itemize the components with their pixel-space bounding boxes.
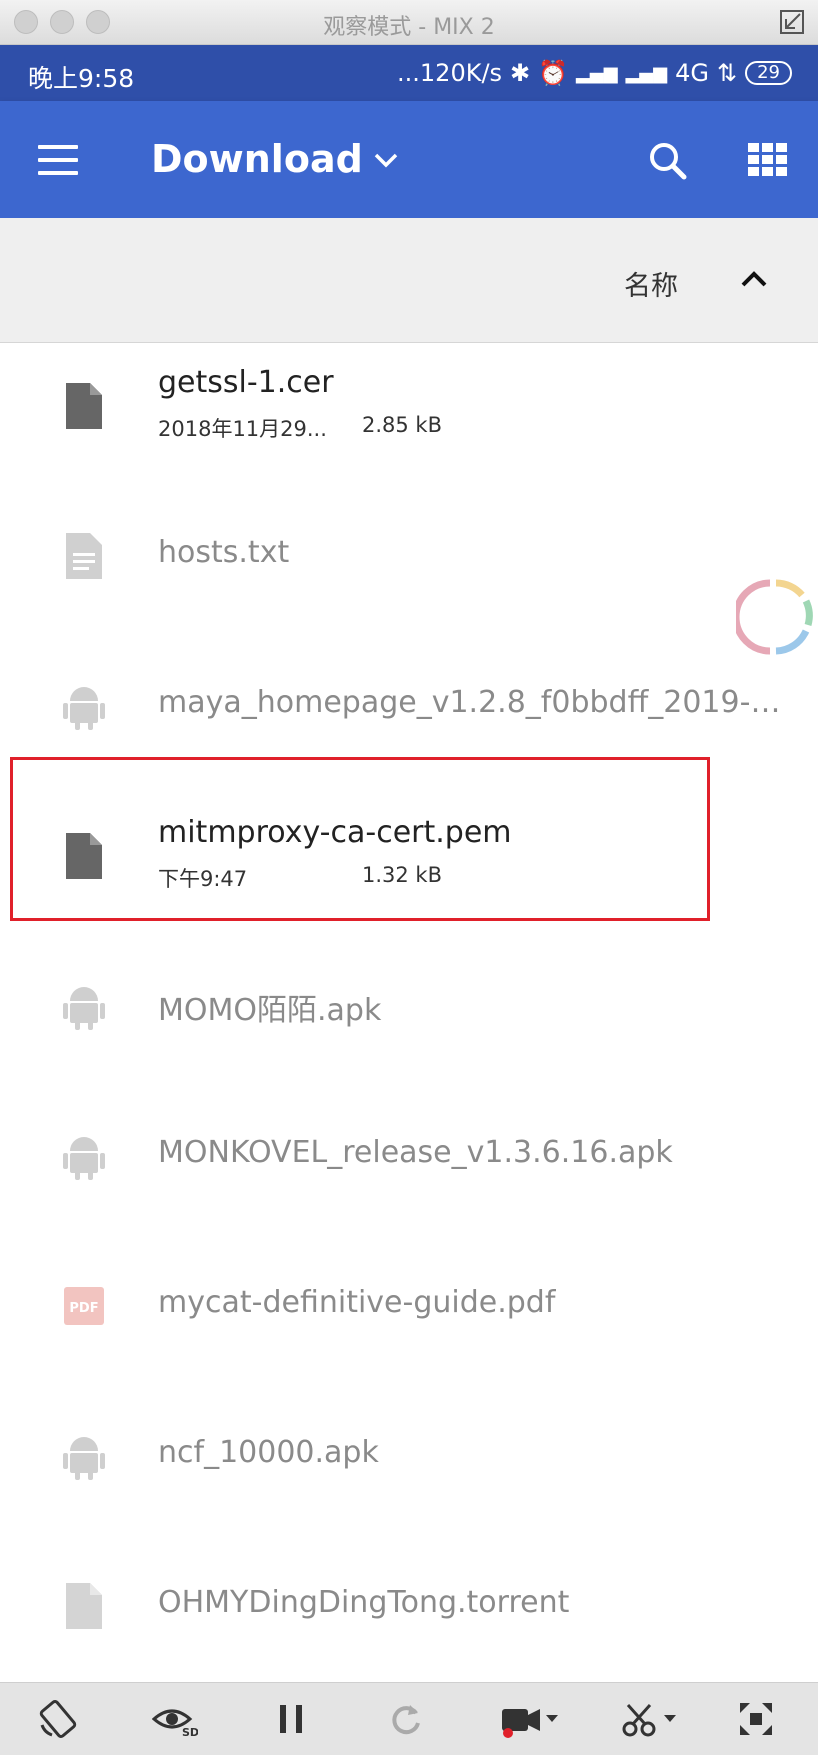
rotate-device-icon[interactable] <box>38 1699 78 1739</box>
status-indicators: ...120K/s ✱ ⏰ ▂▄▆ ▂▄▆ 4G ⇅ 29 <box>397 59 792 87</box>
battery-indicator: 29 <box>745 61 792 85</box>
bottom-toolbar: SD <box>0 1682 818 1755</box>
collapse-arrow-icon[interactable] <box>778 8 806 36</box>
alarm-icon: ⏰ <box>538 59 569 87</box>
network-speed: ...120K/s <box>397 59 503 87</box>
sort-by-name-button[interactable]: 名称 <box>624 264 678 303</box>
chevron-down-icon[interactable] <box>368 145 404 175</box>
refresh-icon[interactable] <box>386 1699 426 1739</box>
pdf-icon: PDF <box>64 1287 104 1325</box>
file-name: maya_homepage_v1.2.8_f0bbdff_2019-0... <box>158 685 788 720</box>
status-time: 晚上9:58 <box>28 64 135 93</box>
signal-icon-2: ▂▄▆ <box>625 62 668 84</box>
file-name: MONKOVEL_release_v1.3.6.16.apk <box>158 1135 673 1170</box>
chevron-up-icon[interactable] <box>738 266 770 292</box>
svg-text:PDF: PDF <box>69 1301 98 1316</box>
file-name: OHMYDingDingTong.torrent <box>158 1585 570 1620</box>
screenshot-scissors-icon[interactable] <box>620 1699 684 1739</box>
view-quality-icon[interactable]: SD <box>152 1699 198 1739</box>
data-transfer-icon: ⇅ <box>716 59 738 87</box>
record-video-icon[interactable] <box>498 1699 562 1739</box>
android-icon <box>63 1137 105 1180</box>
android-icon <box>63 987 105 1030</box>
list-item[interactable]: MOMO陌陌.apk <box>0 943 818 1093</box>
android-icon <box>63 1437 105 1480</box>
status-bar: 晚上9:58 ...120K/s ✱ ⏰ ▂▄▆ ▂▄▆ 4G ⇅ 29 <box>0 45 818 101</box>
list-item[interactable]: OHMYDingDingTong.torrent <box>0 1543 818 1693</box>
file-icon <box>66 1583 102 1629</box>
app-bar: Download <box>0 101 818 218</box>
file-name: getssl-1.cer <box>158 365 334 400</box>
pause-icon[interactable] <box>272 1699 312 1739</box>
list-item[interactable]: MONKOVEL_release_v1.3.6.16.apk <box>0 1093 818 1243</box>
file-date: 2018年11月29... <box>158 417 327 441</box>
file-size: 2.85 kB <box>362 413 443 437</box>
android-icon <box>63 687 105 730</box>
file-name: mycat-definitive-guide.pdf <box>158 1285 556 1320</box>
list-item[interactable]: ncf_10000.apk <box>0 1393 818 1543</box>
network-type: 4G <box>675 59 709 87</box>
file-meta: 2018年11月29... 2.85 kB <box>158 413 442 443</box>
list-item[interactable]: getssl-1.cer 2018年11月29... 2.85 kB <box>0 343 818 493</box>
signal-icon: ▂▄▆ <box>576 62 618 84</box>
file-name: MOMO陌陌.apk <box>158 993 382 1028</box>
sort-header: 名称 <box>0 218 818 343</box>
highlight-box <box>10 757 710 921</box>
window-titlebar: 观察模式 - MIX 2 <box>0 0 818 45</box>
text-file-icon <box>66 533 102 579</box>
file-name: hosts.txt <box>158 535 290 570</box>
list-item[interactable]: hosts.txt <box>0 493 818 643</box>
list-item[interactable]: PDF mycat-definitive-guide.pdf <box>0 1243 818 1393</box>
fullscreen-icon[interactable] <box>736 1699 776 1739</box>
svg-text:SD: SD <box>182 1726 198 1739</box>
menu-icon[interactable] <box>38 145 78 175</box>
folder-title[interactable]: Download <box>151 137 363 181</box>
search-icon[interactable] <box>644 137 692 185</box>
loading-spinner-icon <box>736 579 813 655</box>
file-icon <box>66 383 102 429</box>
window-title: 观察模式 - MIX 2 <box>323 15 495 40</box>
grid-view-icon[interactable] <box>748 143 788 177</box>
file-name: ncf_10000.apk <box>158 1435 379 1470</box>
bluetooth-icon: ✱ <box>510 59 531 87</box>
